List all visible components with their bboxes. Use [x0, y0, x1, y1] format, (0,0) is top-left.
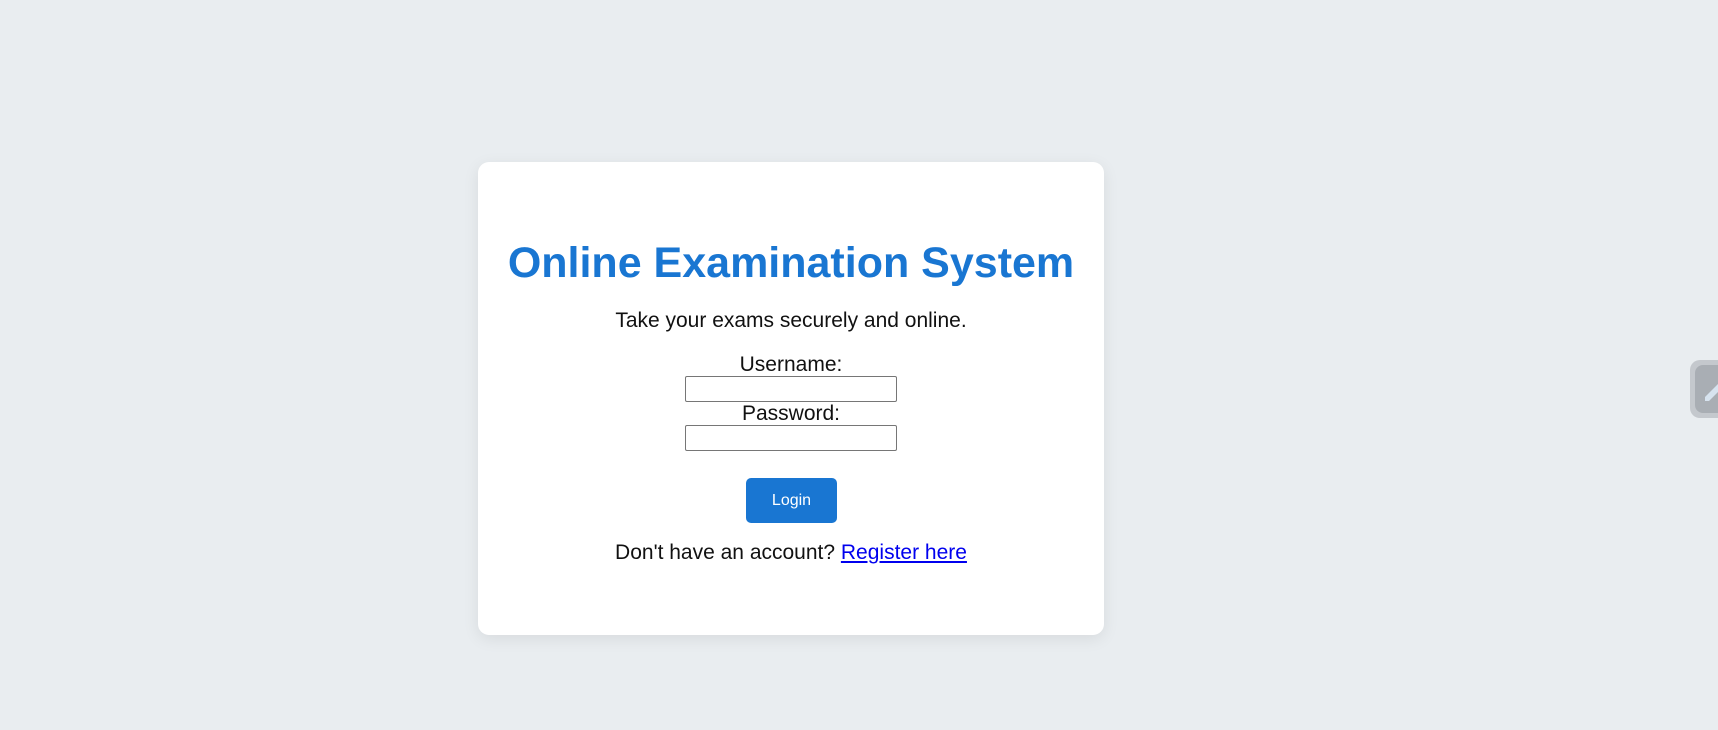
password-input[interactable] — [685, 425, 897, 451]
register-line: Don't have an account? Register here — [478, 541, 1104, 565]
edit-icon — [1695, 365, 1718, 413]
username-input[interactable] — [685, 376, 897, 402]
register-prompt: Don't have an account? — [615, 541, 836, 564]
page-subtitle: Take your exams securely and online. — [615, 309, 967, 332]
login-card: Online Examination System Take your exam… — [478, 162, 1104, 635]
side-widget-tab[interactable] — [1690, 360, 1718, 418]
password-label: Password: — [741, 402, 841, 425]
register-link[interactable]: Register here — [841, 541, 967, 564]
page-title: Online Examination System — [507, 239, 1075, 287]
username-label: Username: — [739, 353, 843, 376]
login-button[interactable]: Login — [746, 478, 837, 523]
page-background: Online Examination System Take your exam… — [0, 0, 1718, 730]
